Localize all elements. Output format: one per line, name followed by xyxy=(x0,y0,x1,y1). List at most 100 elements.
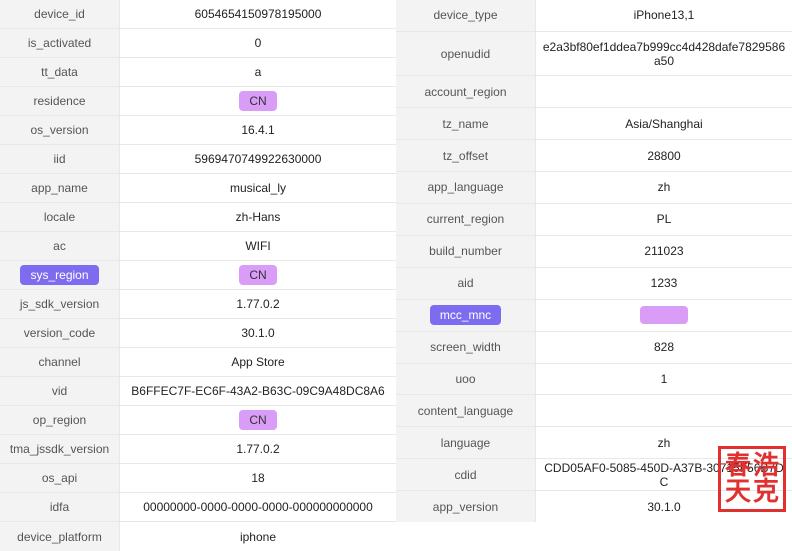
key-label: account_region xyxy=(424,85,506,99)
key-cell: device_id xyxy=(0,0,120,28)
table-row: build_number211023 xyxy=(396,236,792,268)
table-row: openudide2a3bf80ef1ddea7b999cc4d428dafe7… xyxy=(396,32,792,76)
value-cell: 1.77.0.2 xyxy=(120,290,396,318)
value-cell: 28800 xyxy=(536,140,792,171)
key-cell: app_language xyxy=(396,172,536,203)
value-text: iPhone13,1 xyxy=(634,8,695,22)
value-cell: Asia/Shanghai xyxy=(536,108,792,139)
key-cell: js_sdk_version xyxy=(0,290,120,318)
value-highlight-badge: CN xyxy=(239,265,276,285)
key-label: version_code xyxy=(24,326,95,340)
table-row: os_api18 xyxy=(0,464,396,493)
key-cell: iid xyxy=(0,145,120,173)
key-label: uoo xyxy=(455,372,475,386)
table-row: locale zh-Hans xyxy=(0,203,396,232)
value-cell: CN xyxy=(120,261,396,289)
key-label: screen_width xyxy=(430,340,501,354)
key-cell: screen_width xyxy=(396,332,536,363)
value-cell: 00000000-0000-0000-0000-000000000000 xyxy=(120,493,396,521)
key-cell: content_language xyxy=(396,395,536,426)
key-label: current_region xyxy=(427,212,504,226)
value-text: 0 xyxy=(255,36,262,50)
value-cell: 211023 xyxy=(536,236,792,267)
value-text: 6054654150978195000 xyxy=(195,7,322,21)
value-cell: CDD05AF0-5085-450D-A37B-30715F56B7DC xyxy=(536,459,792,490)
key-label: os_version xyxy=(30,123,88,137)
value-text: a xyxy=(255,65,262,79)
table-row: device_platformiphone xyxy=(0,522,396,551)
key-label: device_type xyxy=(433,8,497,22)
key-cell: device_type xyxy=(396,0,536,31)
value-cell: 1 xyxy=(536,364,792,395)
table-row: app_namemusical_ly xyxy=(0,174,396,203)
table-row: language zh xyxy=(396,427,792,459)
table-row: is_activated 0 xyxy=(0,29,396,58)
table-row: idfa 00000000-0000-0000-0000-000000000000 xyxy=(0,493,396,522)
key-label: op_region xyxy=(33,413,86,427)
table-row: iid 5969470749922630000 xyxy=(0,145,396,174)
key-cell: tz_name xyxy=(396,108,536,139)
value-text: 28800 xyxy=(647,149,680,163)
table-row: content_language xyxy=(396,395,792,427)
table-row: js_sdk_version 1.77.0.2 xyxy=(0,290,396,319)
table-row: op_region CN xyxy=(0,406,396,435)
value-cell: e2a3bf80ef1ddea7b999cc4d428dafe7829586a5… xyxy=(536,32,792,75)
key-label: tz_name xyxy=(442,117,488,131)
key-cell: residence xyxy=(0,87,120,115)
key-label: language xyxy=(441,436,490,450)
value-text: CDD05AF0-5085-450D-A37B-30715F56B7DC xyxy=(540,461,788,489)
value-cell xyxy=(536,395,792,426)
value-cell: B6FFEC7F-EC6F-43A2-B63C-09C9A48DC8A6 xyxy=(120,377,396,405)
key-cell: language xyxy=(396,427,536,458)
table-row: device_type iPhone13,1 xyxy=(396,0,792,32)
value-text: 18 xyxy=(251,471,264,485)
table-row: os_version 16.4.1 xyxy=(0,116,396,145)
key-label: idfa xyxy=(50,500,69,514)
value-cell: 828 xyxy=(536,332,792,363)
key-cell: app_version xyxy=(396,491,536,522)
key-label: app_version xyxy=(433,500,498,514)
key-cell: tz_offset xyxy=(396,140,536,171)
key-label: iid xyxy=(53,152,65,166)
value-text: 1 xyxy=(661,372,668,386)
value-cell: CN xyxy=(120,87,396,115)
key-cell: uoo xyxy=(396,364,536,395)
key-label: is_activated xyxy=(28,36,91,50)
key-label: app_name xyxy=(31,181,88,195)
key-cell: vid xyxy=(0,377,120,405)
right-column: device_type iPhone13,1 openudide2a3bf80ef1… xyxy=(396,0,792,522)
table-row: tz_name Asia/Shanghai xyxy=(396,108,792,140)
key-cell: version_code xyxy=(0,319,120,347)
table-row: residence CN xyxy=(0,87,396,116)
value-text: e2a3bf80ef1ddea7b999cc4d428dafe7829586a5… xyxy=(540,40,788,68)
value-cell: a xyxy=(120,58,396,86)
value-cell: iphone xyxy=(120,522,396,551)
value-cell: PL xyxy=(536,204,792,235)
key-label: vid xyxy=(52,384,67,398)
value-cell xyxy=(536,76,792,107)
key-label: aid xyxy=(457,276,473,290)
key-cell: account_region xyxy=(396,76,536,107)
key-label: locale xyxy=(44,210,75,224)
value-text: WIFI xyxy=(245,239,270,253)
key-highlight-badge: sys_region xyxy=(20,265,98,285)
key-cell: device_platform xyxy=(0,522,120,551)
key-label: tt_data xyxy=(41,65,78,79)
table-row: tma_jssdk_version1.77.0.2 xyxy=(0,435,396,464)
key-label: js_sdk_version xyxy=(20,297,99,311)
value-text: 5969470749922630000 xyxy=(195,152,322,166)
key-label: residence xyxy=(33,94,85,108)
value-text: 1.77.0.2 xyxy=(236,297,279,311)
value-text: 16.4.1 xyxy=(241,123,274,137)
table-row: account_region xyxy=(396,76,792,108)
key-label: channel xyxy=(38,355,80,369)
key-cell: tma_jssdk_version xyxy=(0,435,120,463)
value-text: 00000000-0000-0000-0000-000000000000 xyxy=(143,500,373,514)
value-cell: WIFI xyxy=(120,232,396,260)
value-cell: CN xyxy=(120,406,396,434)
value-text: zh-Hans xyxy=(236,210,281,224)
key-cell: channel xyxy=(0,348,120,376)
table-row: cdidCDD05AF0-5085-450D-A37B-30715F56B7DC xyxy=(396,459,792,491)
value-text: zh xyxy=(658,436,671,450)
table-row: current_region PL xyxy=(396,204,792,236)
